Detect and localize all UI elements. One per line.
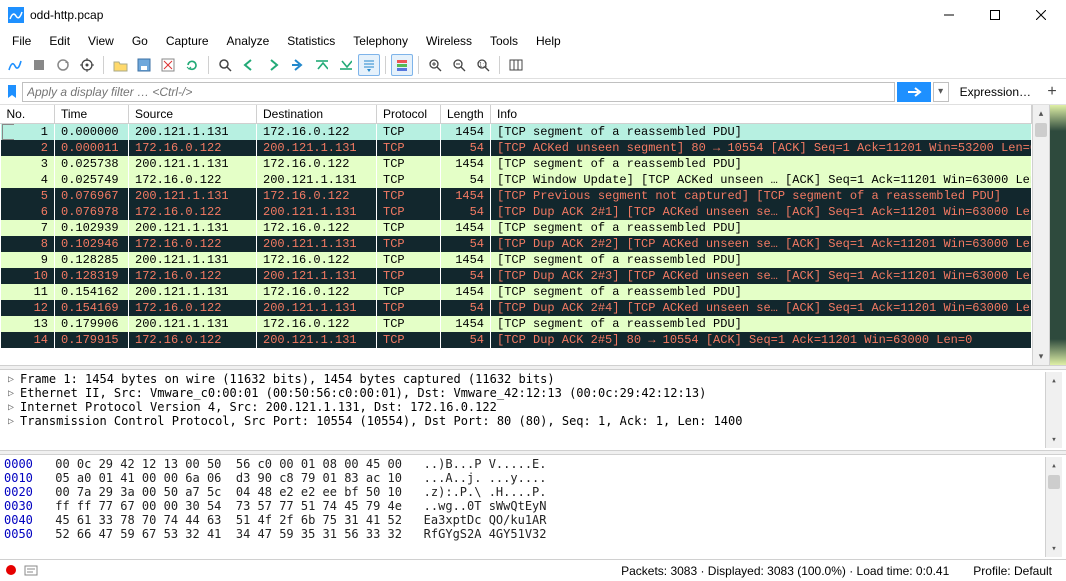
zoom-in-icon[interactable] bbox=[424, 54, 446, 76]
display-filter-input[interactable] bbox=[22, 82, 895, 102]
menu-file[interactable]: File bbox=[4, 32, 39, 50]
hex-row[interactable]: 0040 45 61 33 78 70 74 44 63 51 4f 2f 6b… bbox=[4, 513, 1045, 527]
menubar: File Edit View Go Capture Analyze Statis… bbox=[0, 30, 1066, 51]
menu-analyze[interactable]: Analyze bbox=[219, 32, 278, 50]
menu-edit[interactable]: Edit bbox=[41, 32, 78, 50]
menu-wireless[interactable]: Wireless bbox=[418, 32, 480, 50]
zoom-reset-icon[interactable]: 1:1 bbox=[472, 54, 494, 76]
hex-row[interactable]: 0030 ff ff 77 67 00 00 30 54 73 57 77 51… bbox=[4, 499, 1045, 513]
packet-row[interactable]: 40.025749172.16.0.122200.121.1.131TCP54[… bbox=[1, 172, 1032, 188]
packet-row[interactable]: 100.128319172.16.0.122200.121.1.131TCP54… bbox=[1, 268, 1032, 284]
filter-history-dropdown[interactable]: ▾ bbox=[933, 82, 949, 102]
stop-capture-icon[interactable] bbox=[28, 54, 50, 76]
menu-tools[interactable]: Tools bbox=[482, 32, 526, 50]
col-no[interactable]: No. bbox=[1, 105, 55, 124]
expand-icon[interactable]: ▷ bbox=[6, 416, 16, 427]
packet-row[interactable]: 120.154169172.16.0.122200.121.1.131TCP54… bbox=[1, 300, 1032, 316]
packet-row[interactable]: 60.076978172.16.0.122200.121.1.131TCP54[… bbox=[1, 204, 1032, 220]
menu-go[interactable]: Go bbox=[124, 32, 156, 50]
packet-row[interactable]: 140.179915172.16.0.122200.121.1.131TCP54… bbox=[1, 332, 1032, 348]
hex-row[interactable]: 0020 00 7a 29 3a 00 50 a7 5c 04 48 e2 e2… bbox=[4, 485, 1045, 499]
edit-capture-comment-icon[interactable] bbox=[24, 564, 38, 578]
reload-icon[interactable] bbox=[181, 54, 203, 76]
save-file-icon[interactable] bbox=[133, 54, 155, 76]
packet-table[interactable]: No. Time Source Destination Protocol Len… bbox=[0, 105, 1032, 348]
packet-row[interactable]: 50.076967200.121.1.131172.16.0.122TCP145… bbox=[1, 188, 1032, 204]
packet-row[interactable]: 70.102939200.121.1.131172.16.0.122TCP145… bbox=[1, 220, 1032, 236]
col-time[interactable]: Time bbox=[55, 105, 129, 124]
col-source[interactable]: Source bbox=[129, 105, 257, 124]
expand-icon[interactable]: ▷ bbox=[6, 374, 16, 385]
close-file-icon[interactable] bbox=[157, 54, 179, 76]
apply-filter-button[interactable] bbox=[897, 82, 931, 102]
hex-scrollbar[interactable]: ▴▾ bbox=[1045, 457, 1062, 557]
packet-list-scrollbar[interactable]: ▴ ▾ bbox=[1032, 105, 1049, 365]
col-destination[interactable]: Destination bbox=[257, 105, 377, 124]
packet-row[interactable]: 30.025738200.121.1.131172.16.0.122TCP145… bbox=[1, 156, 1032, 172]
status-profile[interactable]: Profile: Default bbox=[965, 564, 1060, 578]
status-packet-counts: Packets: 3083 · Displayed: 3083 (100.0%)… bbox=[613, 564, 957, 578]
maximize-button[interactable] bbox=[972, 1, 1018, 29]
start-capture-icon[interactable] bbox=[4, 54, 26, 76]
expand-icon[interactable]: ▷ bbox=[6, 388, 16, 399]
packet-bytes-pane[interactable]: 0000 00 0c 29 42 12 13 00 50 56 c0 00 01… bbox=[0, 455, 1066, 559]
titlebar: odd-http.pcap bbox=[0, 0, 1066, 30]
detail-tree-item[interactable]: ▷Frame 1: 1454 bytes on wire (11632 bits… bbox=[4, 372, 1045, 386]
zoom-out-icon[interactable] bbox=[448, 54, 470, 76]
packet-row[interactable]: 10.000000200.121.1.131172.16.0.122TCP145… bbox=[1, 124, 1032, 141]
menu-statistics[interactable]: Statistics bbox=[279, 32, 343, 50]
add-filter-button[interactable]: + bbox=[1042, 82, 1062, 102]
menu-telephony[interactable]: Telephony bbox=[345, 32, 416, 50]
bookmark-icon[interactable] bbox=[4, 82, 20, 102]
detail-tree-item[interactable]: ▷Transmission Control Protocol, Src Port… bbox=[4, 414, 1045, 428]
minimize-button[interactable] bbox=[926, 1, 972, 29]
find-icon[interactable] bbox=[214, 54, 236, 76]
packet-row[interactable]: 80.102946172.16.0.122200.121.1.131TCP54[… bbox=[1, 236, 1032, 252]
col-protocol[interactable]: Protocol bbox=[377, 105, 441, 124]
menu-help[interactable]: Help bbox=[528, 32, 569, 50]
colorize-icon[interactable] bbox=[391, 54, 413, 76]
expression-button[interactable]: Expression… bbox=[951, 82, 1040, 102]
details-scrollbar[interactable]: ▴▾ bbox=[1045, 372, 1062, 448]
status-bar: Packets: 3083 · Displayed: 3083 (100.0%)… bbox=[0, 559, 1066, 581]
col-info[interactable]: Info bbox=[491, 105, 1032, 124]
detail-tree-item[interactable]: ▷Internet Protocol Version 4, Src: 200.1… bbox=[4, 400, 1045, 414]
svg-text:1:1: 1:1 bbox=[479, 62, 488, 68]
auto-scroll-icon[interactable] bbox=[358, 54, 380, 76]
close-button[interactable] bbox=[1018, 1, 1064, 29]
detail-tree-item[interactable]: ▷Ethernet II, Src: Vmware_c0:00:01 (00:5… bbox=[4, 386, 1045, 400]
menu-capture[interactable]: Capture bbox=[158, 32, 217, 50]
capture-options-icon[interactable] bbox=[76, 54, 98, 76]
window-title: odd-http.pcap bbox=[30, 8, 926, 22]
go-to-packet-icon[interactable] bbox=[286, 54, 308, 76]
go-forward-icon[interactable] bbox=[262, 54, 284, 76]
open-file-icon[interactable] bbox=[109, 54, 131, 76]
restart-capture-icon[interactable] bbox=[52, 54, 74, 76]
main-toolbar: 1:1 bbox=[0, 51, 1066, 79]
packet-list-pane: No. Time Source Destination Protocol Len… bbox=[0, 105, 1066, 365]
packet-row[interactable]: 130.179906200.121.1.131172.16.0.122TCP14… bbox=[1, 316, 1032, 332]
expert-info-button[interactable] bbox=[6, 564, 16, 578]
hex-row[interactable]: 0010 05 a0 01 41 00 00 6a 06 d3 90 c8 79… bbox=[4, 471, 1045, 485]
hex-row[interactable]: 0000 00 0c 29 42 12 13 00 50 56 c0 00 01… bbox=[4, 457, 1045, 471]
go-first-icon[interactable] bbox=[310, 54, 332, 76]
filter-bar: ▾ Expression… + bbox=[0, 79, 1066, 105]
packet-details-pane[interactable]: ▷Frame 1: 1454 bytes on wire (11632 bits… bbox=[0, 370, 1066, 450]
packet-row[interactable]: 90.128285200.121.1.131172.16.0.122TCP145… bbox=[1, 252, 1032, 268]
col-length[interactable]: Length bbox=[441, 105, 491, 124]
resize-columns-icon[interactable] bbox=[505, 54, 527, 76]
wireshark-icon bbox=[8, 7, 24, 23]
menu-view[interactable]: View bbox=[80, 32, 122, 50]
go-back-icon[interactable] bbox=[238, 54, 260, 76]
packet-minimap[interactable] bbox=[1049, 105, 1066, 365]
go-last-icon[interactable] bbox=[334, 54, 356, 76]
packet-row[interactable]: 20.000011172.16.0.122200.121.1.131TCP54[… bbox=[1, 140, 1032, 156]
packet-row[interactable]: 110.154162200.121.1.131172.16.0.122TCP14… bbox=[1, 284, 1032, 300]
packet-header-row[interactable]: No. Time Source Destination Protocol Len… bbox=[1, 105, 1032, 124]
hex-row[interactable]: 0050 52 66 47 59 67 53 32 41 34 47 59 35… bbox=[4, 527, 1045, 541]
expand-icon[interactable]: ▷ bbox=[6, 402, 16, 413]
